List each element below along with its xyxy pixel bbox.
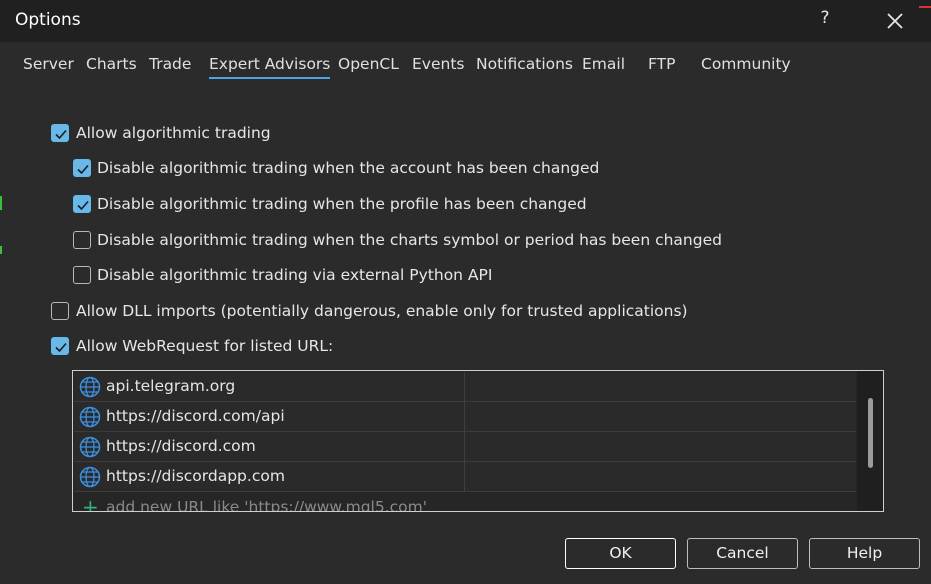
url-list-item[interactable]: api.telegram.org [74,372,856,402]
window-title: Options [15,10,81,30]
url-list-scrollbar[interactable] [857,371,883,511]
tab-expert-advisors[interactable]: Expert Advisors [209,55,331,79]
url-list-item[interactable]: https://discordapp.com [74,462,856,492]
allow-webrequest-label: Allow WebRequest for listed URL: [76,337,334,355]
tab-trade[interactable]: Trade [149,55,191,77]
tab-notifications[interactable]: Notifications [476,55,573,77]
allow-webrequest-checkbox[interactable] [51,337,69,355]
globe-icon [79,376,101,398]
cancel-button[interactable]: Cancel [687,538,798,569]
help-button[interactable]: Help [809,538,920,569]
checkmark-icon [77,164,89,175]
url-list-item[interactable]: https://discord.com [74,432,856,462]
disable-on-profile-change-label: Disable algorithmic trading when the pro… [97,195,587,213]
disable-on-profile-change-checkbox[interactable] [73,195,91,213]
tab-community[interactable]: Community [701,55,791,77]
add-url-row[interactable]: + add new URL like 'https://www.mql5.com… [74,493,856,512]
checkmark-icon [55,342,67,353]
tab-server[interactable]: Server [23,55,74,77]
globe-icon [79,466,101,488]
background-chart-mark [919,6,931,8]
disable-on-account-change-checkbox[interactable] [73,159,91,177]
close-icon[interactable] [883,9,907,33]
allow-algo-trading-checkbox[interactable] [51,124,69,142]
disable-via-python-api-checkbox[interactable] [73,266,91,284]
url-text: https://discord.com [106,437,256,455]
tab-charts[interactable]: Charts [86,55,137,77]
disable-on-symbol-change-checkbox[interactable] [73,231,91,249]
globe-icon [79,436,101,458]
background-chart-mark [0,196,2,210]
allow-dll-imports-checkbox[interactable] [51,302,69,320]
url-text: https://discordapp.com [106,467,285,485]
tab-email[interactable]: Email [582,55,625,77]
help-question-button[interactable]: ? [815,8,835,32]
scrollbar-thumb[interactable] [868,398,873,468]
url-list[interactable]: api.telegram.org https://discord.com/api… [72,370,884,512]
background-chart-mark [0,246,2,254]
ok-button[interactable]: OK [565,538,676,569]
allow-dll-imports-label: Allow DLL imports (potentially dangerous… [76,302,688,320]
tab-opencl[interactable]: OpenCL [338,55,399,77]
title-bar: Options ? [0,0,931,42]
disable-on-symbol-change-label: Disable algorithmic trading when the cha… [97,231,722,249]
plus-icon: + [82,495,99,512]
tab-ftp[interactable]: FTP [648,55,675,77]
tab-bar: Server Charts Trade Expert Advisors Open… [0,42,931,90]
url-text: https://discord.com/api [106,407,285,425]
allow-algo-trading-label: Allow algorithmic trading [76,124,271,142]
disable-on-account-change-label: Disable algorithmic trading when the acc… [97,159,600,177]
tab-events[interactable]: Events [412,55,464,77]
url-list-item[interactable]: https://discord.com/api [74,402,856,432]
checkmark-icon [55,129,67,140]
disable-via-python-api-label: Disable algorithmic trading via external… [97,266,493,284]
url-text: api.telegram.org [106,377,236,395]
globe-icon [79,406,101,428]
checkmark-icon [77,200,89,211]
add-url-placeholder: add new URL like 'https://www.mql5.com' [106,498,427,512]
